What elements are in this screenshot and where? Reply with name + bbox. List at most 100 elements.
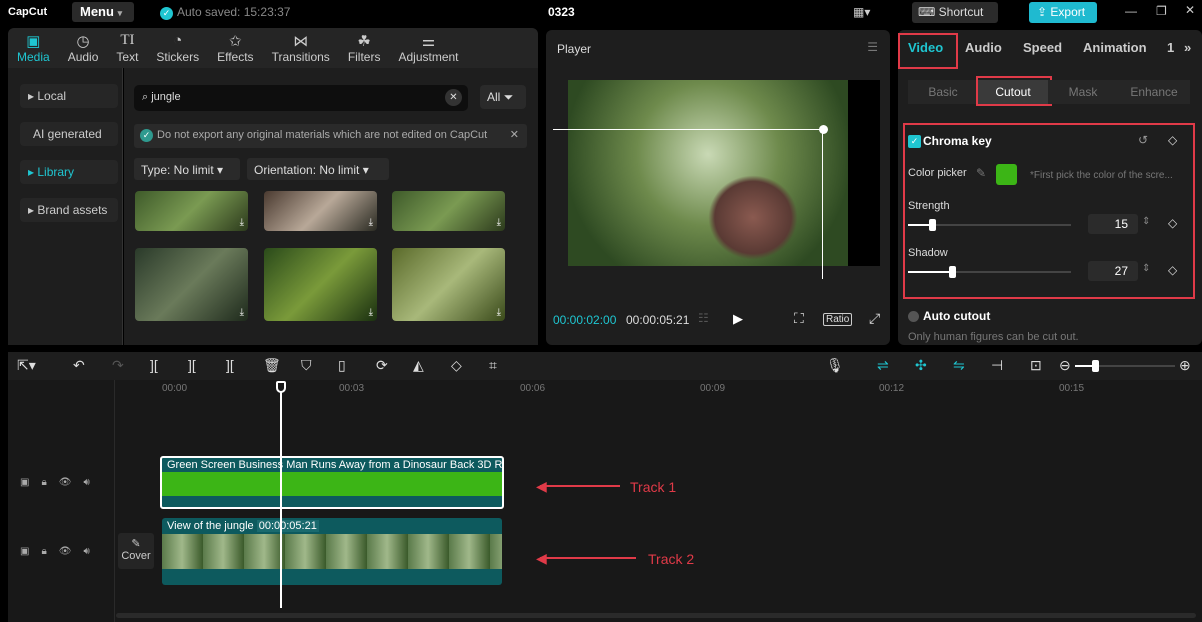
sidebar-item-local[interactable]: ▸ Local xyxy=(20,84,118,108)
auto-snap-icon[interactable]: ✣ xyxy=(915,357,927,374)
video-preview[interactable] xyxy=(568,80,848,266)
reset-icon[interactable]: ↺ xyxy=(1138,133,1148,147)
reverse-icon[interactable]: ⟳ xyxy=(376,357,388,374)
split-left-icon[interactable]: ][ xyxy=(188,357,196,373)
eyedropper-icon[interactable]: ✎ xyxy=(976,166,986,180)
picked-color-swatch[interactable] xyxy=(996,164,1017,185)
media-thumbnail[interactable]: ⤓ xyxy=(264,191,377,231)
split-icon[interactable]: ][ xyxy=(150,357,158,373)
eye-icon[interactable]: 👁︎ xyxy=(59,546,72,557)
play-button[interactable]: ▶ xyxy=(733,311,743,327)
microphone-icon[interactable]: 🎙 xyxy=(826,357,844,374)
playhead[interactable] xyxy=(280,382,282,608)
linkage-icon[interactable]: ⇋ xyxy=(953,357,965,374)
subtab-mask[interactable]: Mask xyxy=(1048,80,1118,104)
crop-handle[interactable] xyxy=(819,125,828,134)
download-icon[interactable]: ⤓ xyxy=(497,307,501,318)
fullscreen-crop-icon[interactable]: ⛶ xyxy=(794,310,804,327)
shadow-input[interactable]: 27 xyxy=(1088,261,1138,281)
media-thumbnail[interactable]: ⤓ xyxy=(264,248,377,321)
eye-icon[interactable]: 👁︎ xyxy=(59,477,72,488)
delete-icon[interactable]: 🗑 xyxy=(263,357,281,374)
main-track-magnet-icon[interactable]: ⇌ xyxy=(877,357,889,374)
slider-handle[interactable] xyxy=(929,219,937,231)
player-menu-icon[interactable]: ☰ xyxy=(867,40,878,54)
preview-axis-icon[interactable]: ⊣ xyxy=(991,357,1003,374)
strength-slider[interactable] xyxy=(908,219,1071,231)
keyframe-icon[interactable]: ◇ xyxy=(1168,133,1177,147)
tab-transitions[interactable]: ⋈ Transitions xyxy=(263,28,339,68)
download-icon[interactable]: ⤓ xyxy=(240,307,244,318)
sidebar-item-brand-assets[interactable]: ▸ Brand assets xyxy=(20,198,118,222)
tab-text[interactable]: TI Text xyxy=(107,28,147,68)
all-filter-button[interactable]: All ⏷ xyxy=(480,85,526,109)
shortcut-button[interactable]: ⌨ Shortcut xyxy=(912,2,998,23)
keyframe-icon[interactable]: ◇ xyxy=(1168,263,1177,277)
sidebar-item-ai-generated[interactable]: AI generated xyxy=(20,122,118,146)
tab-filters[interactable]: ☘ Filters xyxy=(339,28,390,68)
tab-audio[interactable]: ◷ Audio xyxy=(59,28,108,68)
tab-audio-inspector[interactable]: Audio xyxy=(965,40,1002,55)
chevron-right-icon[interactable]: » xyxy=(1184,40,1191,55)
minimize-button[interactable]: — xyxy=(1125,4,1137,18)
menu-button[interactable]: Menu ▾ xyxy=(72,2,134,22)
media-thumbnail[interactable]: ⤓ xyxy=(392,191,505,231)
close-button[interactable]: ✕ xyxy=(1185,3,1195,17)
tab-video[interactable]: Video xyxy=(908,40,943,55)
playhead-handle[interactable] xyxy=(276,381,286,393)
redo-icon[interactable]: ↷ xyxy=(112,357,124,374)
keyframe-icon[interactable]: ◇ xyxy=(1168,216,1177,230)
lock-icon[interactable]: 🔒︎ xyxy=(41,477,46,488)
layout-icon[interactable]: ▦▾ xyxy=(853,5,870,19)
orientation-filter-dropdown[interactable]: Orientation: No limit ▾ xyxy=(247,158,389,180)
volume-icon[interactable]: 🔊︎ xyxy=(83,546,89,557)
crop-icon[interactable]: ⌗ xyxy=(489,357,497,374)
zoom-fit-icon[interactable]: ⊡ xyxy=(1030,357,1042,374)
undo-icon[interactable]: ↶ xyxy=(73,357,85,374)
zoom-in-icon[interactable]: ⊕ xyxy=(1179,357,1191,374)
media-thumbnail[interactable]: ⤓ xyxy=(135,248,248,321)
download-icon[interactable]: ⤓ xyxy=(240,217,244,228)
zoom-out-icon[interactable]: ⊖ xyxy=(1059,357,1071,374)
zoom-slider[interactable] xyxy=(1075,360,1175,372)
clear-search-icon[interactable]: ✕ xyxy=(445,89,462,106)
strength-input[interactable]: 15 xyxy=(1088,214,1138,234)
timeline-scrollbar[interactable] xyxy=(116,613,1196,618)
timeline-grid-icon[interactable]: ☷ xyxy=(698,311,709,325)
media-thumbnail[interactable]: ⤓ xyxy=(135,191,248,231)
volume-icon[interactable]: 🔊︎ xyxy=(83,477,89,488)
tab-animation[interactable]: Animation xyxy=(1083,40,1147,55)
split-right-icon[interactable]: ][ xyxy=(226,357,234,373)
track-video-icon[interactable]: ▣ xyxy=(20,477,29,488)
stepper-icon[interactable]: ⇕ xyxy=(1142,216,1150,227)
sidebar-item-library[interactable]: ▸ Library xyxy=(20,160,118,184)
tab-media[interactable]: ▣ Media xyxy=(8,28,59,68)
marker-icon[interactable]: ⛉ xyxy=(301,357,312,374)
download-icon[interactable]: ⤓ xyxy=(369,307,373,318)
tab-stickers[interactable]: ◔ Stickers xyxy=(147,28,208,68)
close-notice-icon[interactable]: ✕ xyxy=(510,128,519,141)
freeze-icon[interactable]: ▯ xyxy=(338,357,346,374)
shadow-slider[interactable] xyxy=(908,266,1071,278)
clip-green-screen[interactable]: Green Screen Business Man Runs Away from… xyxy=(160,456,504,509)
expand-icon[interactable]: ⤢ xyxy=(869,310,880,327)
slider-handle[interactable] xyxy=(1092,360,1099,372)
subtab-basic[interactable]: Basic xyxy=(908,80,978,104)
download-icon[interactable]: ⤓ xyxy=(497,217,501,228)
track-video-icon[interactable]: ▣ xyxy=(20,546,29,557)
clip-jungle[interactable]: View of the jungle 00:00:05:21 xyxy=(162,518,502,585)
auto-cutout-toggle[interactable] xyxy=(908,311,919,322)
maximize-button[interactable]: ❐ xyxy=(1156,4,1167,18)
subtab-enhance[interactable]: Enhance xyxy=(1118,80,1190,104)
type-filter-dropdown[interactable]: Type: No limit ▾ xyxy=(134,158,240,180)
tab-adjustment[interactable]: ⚌ Adjustment xyxy=(389,28,467,68)
mirror-icon[interactable]: ◭ xyxy=(413,357,424,374)
lock-icon[interactable]: 🔒︎ xyxy=(41,546,46,557)
media-thumbnail[interactable]: ⤓ xyxy=(392,248,505,321)
rotate-icon[interactable]: ◇ xyxy=(451,357,462,374)
download-icon[interactable]: ⤓ xyxy=(369,217,373,228)
slider-handle[interactable] xyxy=(949,266,956,278)
search-input[interactable]: ⌕ jungle ✕ xyxy=(134,85,468,111)
tab-speed[interactable]: Speed xyxy=(1023,40,1062,55)
tab-more[interactable]: 1 xyxy=(1167,40,1174,55)
